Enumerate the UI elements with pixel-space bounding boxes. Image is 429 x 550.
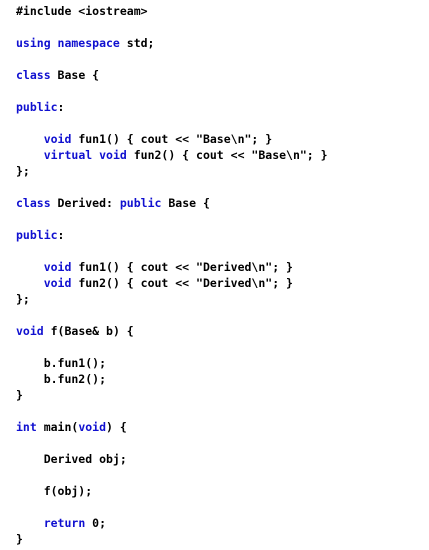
- code-text: }: [16, 388, 23, 402]
- code-keyword: void: [43, 260, 72, 274]
- code-keyword: class: [16, 68, 51, 82]
- code-text: };: [16, 164, 30, 178]
- code-text: }: [16, 532, 23, 546]
- code-line: virtual void fun2() { cout << "Base\n"; …: [16, 147, 328, 163]
- code-text: f(Base& b) {: [43, 324, 134, 338]
- code-text: Derived:: [50, 196, 120, 210]
- code-text: main(: [36, 420, 79, 434]
- code-line: return 0;: [16, 515, 328, 531]
- code-line: class Base {: [16, 67, 328, 83]
- code-line: int main(void) {: [16, 419, 328, 435]
- code-keyword: public: [16, 100, 58, 114]
- code-text: Base {: [50, 68, 100, 82]
- code-text: ) {: [106, 420, 127, 434]
- code-text: fun1() { cout << "Base\n"; }: [71, 132, 273, 146]
- code-keyword: public: [16, 228, 58, 242]
- code-text: Base {: [161, 196, 210, 210]
- code-line: b.fun1();: [16, 355, 328, 371]
- code-line: using namespace std;: [16, 35, 328, 51]
- code-line: Derived obj;: [16, 451, 328, 467]
- code-text: Derived obj;: [16, 452, 127, 466]
- code-line: };: [16, 291, 328, 307]
- code-text: :: [57, 100, 65, 114]
- code-text: std;: [119, 36, 155, 50]
- code-line: void fun1() { cout << "Base\n"; }: [16, 131, 328, 147]
- code-line: }: [16, 387, 328, 403]
- code-text: fun1() { cout << "Derived\n"; }: [71, 260, 293, 274]
- code-line: b.fun2();: [16, 371, 328, 387]
- code-block: #include <iostream> using namespace std; c…: [16, 3, 328, 547]
- code-text: b.fun2();: [16, 372, 107, 386]
- code-text: };: [16, 292, 30, 306]
- code-line: }: [16, 531, 328, 547]
- code-keyword: using namespace: [16, 36, 120, 50]
- code-text: #include <iostream>: [16, 4, 148, 18]
- code-keyword: class: [16, 196, 51, 210]
- code-keyword: void: [16, 324, 44, 338]
- code-line: void fun1() { cout << "Derived\n"; }: [16, 259, 328, 275]
- code-text: b.fun1();: [16, 356, 107, 370]
- code-line: void f(Base& b) {: [16, 323, 328, 339]
- code-keyword: int: [16, 420, 37, 434]
- code-keyword: void: [43, 132, 72, 146]
- code-editor[interactable]: #include <iostream> using namespace std; c…: [0, 0, 429, 550]
- code-line: f(obj);: [16, 483, 328, 499]
- code-keyword: void: [78, 420, 107, 434]
- code-text: f(obj);: [16, 484, 93, 498]
- code-text: :: [57, 228, 65, 242]
- code-keyword: void: [43, 276, 72, 290]
- code-line: class Derived: public Base {: [16, 195, 328, 211]
- code-text: fun2() { cout << "Derived\n"; }: [71, 276, 293, 290]
- code-keyword: return: [43, 516, 86, 530]
- code-line: void fun2() { cout << "Derived\n"; }: [16, 275, 328, 291]
- code-keyword: virtual void: [43, 148, 127, 162]
- code-text: fun2() { cout << "Base\n"; }: [126, 148, 328, 162]
- code-line: };: [16, 163, 328, 179]
- code-text: 0;: [85, 516, 107, 530]
- code-line: public:: [16, 227, 328, 243]
- code-line: #include <iostream>: [16, 3, 328, 19]
- code-line: public:: [16, 99, 328, 115]
- code-keyword: public: [119, 196, 162, 210]
